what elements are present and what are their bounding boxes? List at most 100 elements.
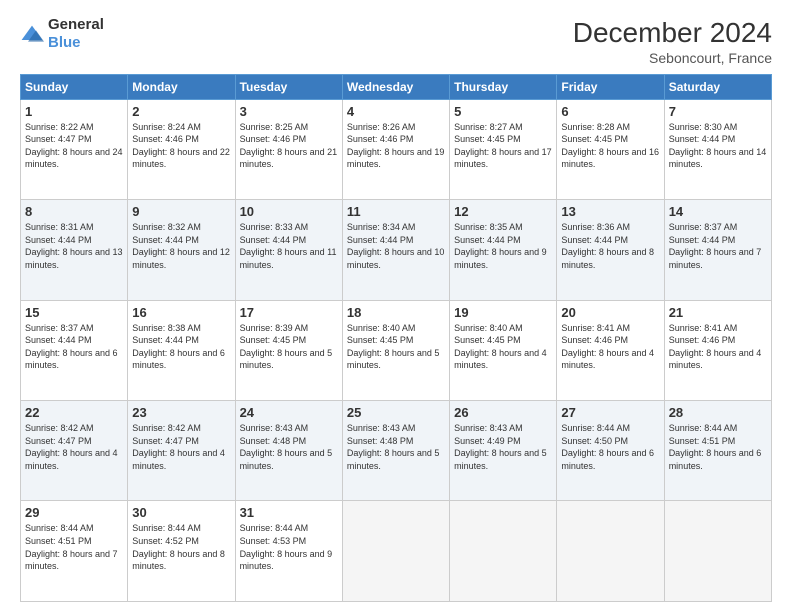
day-number: 16 — [132, 305, 230, 320]
day-info: Sunrise: 8:43 AM Sunset: 4:48 PM Dayligh… — [240, 422, 338, 472]
day-info: Sunrise: 8:30 AM Sunset: 4:44 PM Dayligh… — [669, 121, 767, 171]
day-info: Sunrise: 8:31 AM Sunset: 4:44 PM Dayligh… — [25, 221, 123, 271]
table-row: 27 Sunrise: 8:44 AM Sunset: 4:50 PM Dayl… — [557, 401, 664, 501]
table-row: 13 Sunrise: 8:36 AM Sunset: 4:44 PM Dayl… — [557, 200, 664, 300]
day-number: 25 — [347, 405, 445, 420]
table-row — [664, 501, 771, 602]
day-number: 7 — [669, 104, 767, 119]
day-number: 19 — [454, 305, 552, 320]
table-row: 30 Sunrise: 8:44 AM Sunset: 4:52 PM Dayl… — [128, 501, 235, 602]
table-row: 28 Sunrise: 8:44 AM Sunset: 4:51 PM Dayl… — [664, 401, 771, 501]
day-number: 3 — [240, 104, 338, 119]
table-row: 15 Sunrise: 8:37 AM Sunset: 4:44 PM Dayl… — [21, 300, 128, 400]
day-info: Sunrise: 8:43 AM Sunset: 4:48 PM Dayligh… — [347, 422, 445, 472]
calendar-week-row: 1 Sunrise: 8:22 AM Sunset: 4:47 PM Dayli… — [21, 99, 772, 199]
col-wednesday: Wednesday — [342, 74, 449, 99]
day-info: Sunrise: 8:40 AM Sunset: 4:45 PM Dayligh… — [347, 322, 445, 372]
calendar-week-row: 22 Sunrise: 8:42 AM Sunset: 4:47 PM Dayl… — [21, 401, 772, 501]
logo-blue: Blue — [48, 34, 81, 51]
day-number: 10 — [240, 204, 338, 219]
day-info: Sunrise: 8:35 AM Sunset: 4:44 PM Dayligh… — [454, 221, 552, 271]
day-number: 23 — [132, 405, 230, 420]
day-number: 28 — [669, 405, 767, 420]
day-info: Sunrise: 8:32 AM Sunset: 4:44 PM Dayligh… — [132, 221, 230, 271]
col-monday: Monday — [128, 74, 235, 99]
header: General Blue December 2024 Seboncourt, F… — [20, 16, 772, 66]
day-info: Sunrise: 8:40 AM Sunset: 4:45 PM Dayligh… — [454, 322, 552, 372]
day-number: 29 — [25, 505, 123, 520]
table-row — [557, 501, 664, 602]
day-number: 18 — [347, 305, 445, 320]
day-info: Sunrise: 8:37 AM Sunset: 4:44 PM Dayligh… — [25, 322, 123, 372]
day-number: 21 — [669, 305, 767, 320]
table-row: 5 Sunrise: 8:27 AM Sunset: 4:45 PM Dayli… — [450, 99, 557, 199]
calendar-week-row: 15 Sunrise: 8:37 AM Sunset: 4:44 PM Dayl… — [21, 300, 772, 400]
day-number: 17 — [240, 305, 338, 320]
day-number: 12 — [454, 204, 552, 219]
table-row: 25 Sunrise: 8:43 AM Sunset: 4:48 PM Dayl… — [342, 401, 449, 501]
table-row: 24 Sunrise: 8:43 AM Sunset: 4:48 PM Dayl… — [235, 401, 342, 501]
day-info: Sunrise: 8:28 AM Sunset: 4:45 PM Dayligh… — [561, 121, 659, 171]
calendar-week-row: 29 Sunrise: 8:44 AM Sunset: 4:51 PM Dayl… — [21, 501, 772, 602]
day-info: Sunrise: 8:34 AM Sunset: 4:44 PM Dayligh… — [347, 221, 445, 271]
table-row: 10 Sunrise: 8:33 AM Sunset: 4:44 PM Dayl… — [235, 200, 342, 300]
table-row: 20 Sunrise: 8:41 AM Sunset: 4:46 PM Dayl… — [557, 300, 664, 400]
day-info: Sunrise: 8:43 AM Sunset: 4:49 PM Dayligh… — [454, 422, 552, 472]
table-row: 12 Sunrise: 8:35 AM Sunset: 4:44 PM Dayl… — [450, 200, 557, 300]
calendar-title: December 2024 — [573, 16, 772, 50]
day-info: Sunrise: 8:39 AM Sunset: 4:45 PM Dayligh… — [240, 322, 338, 372]
table-row: 14 Sunrise: 8:37 AM Sunset: 4:44 PM Dayl… — [664, 200, 771, 300]
table-row: 6 Sunrise: 8:28 AM Sunset: 4:45 PM Dayli… — [557, 99, 664, 199]
day-info: Sunrise: 8:44 AM Sunset: 4:51 PM Dayligh… — [669, 422, 767, 472]
day-info: Sunrise: 8:41 AM Sunset: 4:46 PM Dayligh… — [669, 322, 767, 372]
day-number: 2 — [132, 104, 230, 119]
day-info: Sunrise: 8:38 AM Sunset: 4:44 PM Dayligh… — [132, 322, 230, 372]
day-number: 6 — [561, 104, 659, 119]
day-info: Sunrise: 8:44 AM Sunset: 4:52 PM Dayligh… — [132, 522, 230, 572]
table-row: 18 Sunrise: 8:40 AM Sunset: 4:45 PM Dayl… — [342, 300, 449, 400]
logo-icon — [20, 24, 44, 44]
day-info: Sunrise: 8:24 AM Sunset: 4:46 PM Dayligh… — [132, 121, 230, 171]
day-info: Sunrise: 8:44 AM Sunset: 4:51 PM Dayligh… — [25, 522, 123, 572]
day-info: Sunrise: 8:36 AM Sunset: 4:44 PM Dayligh… — [561, 221, 659, 271]
day-number: 27 — [561, 405, 659, 420]
calendar-table: Sunday Monday Tuesday Wednesday Thursday… — [20, 74, 772, 602]
day-number: 26 — [454, 405, 552, 420]
day-number: 20 — [561, 305, 659, 320]
day-number: 5 — [454, 104, 552, 119]
col-friday: Friday — [557, 74, 664, 99]
day-number: 30 — [132, 505, 230, 520]
table-row: 17 Sunrise: 8:39 AM Sunset: 4:45 PM Dayl… — [235, 300, 342, 400]
col-tuesday: Tuesday — [235, 74, 342, 99]
day-number: 15 — [25, 305, 123, 320]
day-info: Sunrise: 8:22 AM Sunset: 4:47 PM Dayligh… — [25, 121, 123, 171]
day-number: 9 — [132, 204, 230, 219]
day-info: Sunrise: 8:26 AM Sunset: 4:46 PM Dayligh… — [347, 121, 445, 171]
day-number: 1 — [25, 104, 123, 119]
day-number: 13 — [561, 204, 659, 219]
table-row: 29 Sunrise: 8:44 AM Sunset: 4:51 PM Dayl… — [21, 501, 128, 602]
table-row: 11 Sunrise: 8:34 AM Sunset: 4:44 PM Dayl… — [342, 200, 449, 300]
day-info: Sunrise: 8:42 AM Sunset: 4:47 PM Dayligh… — [25, 422, 123, 472]
logo-text: General Blue — [48, 16, 104, 52]
day-number: 11 — [347, 204, 445, 219]
table-row: 23 Sunrise: 8:42 AM Sunset: 4:47 PM Dayl… — [128, 401, 235, 501]
col-thursday: Thursday — [450, 74, 557, 99]
table-row: 7 Sunrise: 8:30 AM Sunset: 4:44 PM Dayli… — [664, 99, 771, 199]
day-number: 4 — [347, 104, 445, 119]
table-row: 26 Sunrise: 8:43 AM Sunset: 4:49 PM Dayl… — [450, 401, 557, 501]
day-info: Sunrise: 8:44 AM Sunset: 4:53 PM Dayligh… — [240, 522, 338, 572]
day-number: 24 — [240, 405, 338, 420]
table-row: 1 Sunrise: 8:22 AM Sunset: 4:47 PM Dayli… — [21, 99, 128, 199]
table-row: 3 Sunrise: 8:25 AM Sunset: 4:46 PM Dayli… — [235, 99, 342, 199]
logo: General Blue — [20, 16, 104, 52]
day-number: 14 — [669, 204, 767, 219]
table-row: 8 Sunrise: 8:31 AM Sunset: 4:44 PM Dayli… — [21, 200, 128, 300]
col-sunday: Sunday — [21, 74, 128, 99]
day-info: Sunrise: 8:27 AM Sunset: 4:45 PM Dayligh… — [454, 121, 552, 171]
logo-general: General — [48, 16, 104, 33]
day-number: 22 — [25, 405, 123, 420]
table-row: 21 Sunrise: 8:41 AM Sunset: 4:46 PM Dayl… — [664, 300, 771, 400]
day-info: Sunrise: 8:42 AM Sunset: 4:47 PM Dayligh… — [132, 422, 230, 472]
table-row: 22 Sunrise: 8:42 AM Sunset: 4:47 PM Dayl… — [21, 401, 128, 501]
